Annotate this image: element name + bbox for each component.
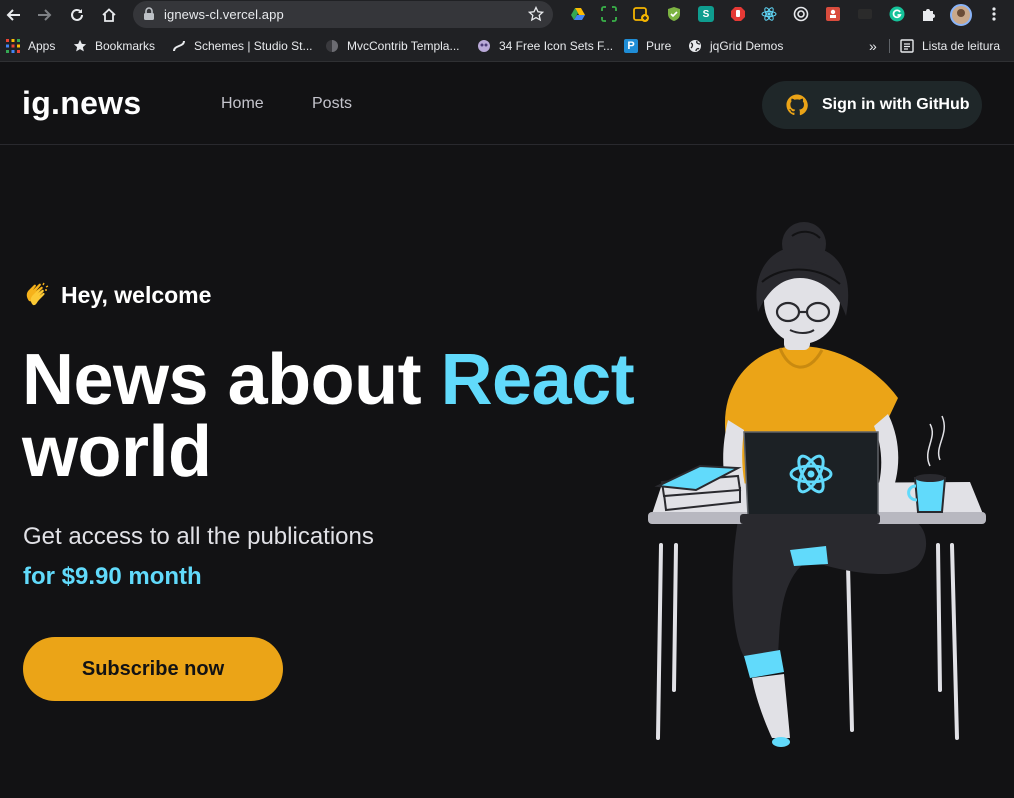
puzzle-red-extension-icon[interactable] <box>825 6 841 22</box>
home-button[interactable] <box>98 4 120 26</box>
headline-text: News about <box>22 340 441 420</box>
nav-link-home[interactable]: Home <box>221 95 264 113</box>
google-drive-icon[interactable] <box>570 6 586 22</box>
calendar-extension-icon[interactable] <box>633 6 649 22</box>
address-bar[interactable]: ignews-cl.vercel.app <box>133 1 553 28</box>
iconset-icon <box>477 39 491 53</box>
bookmark-pure[interactable]: P Pure <box>624 38 671 54</box>
globe-icon <box>688 39 702 53</box>
grammarly-icon[interactable] <box>889 6 905 22</box>
bookmark-label: 34 Free Icon Sets F... <box>499 39 614 53</box>
dark-extension-icon[interactable] <box>857 6 873 22</box>
sign-in-github-label: Sign in with GitHub <box>822 96 970 113</box>
headline-accent: React <box>440 340 635 420</box>
bookmark-label: MvcContrib Templa... <box>347 39 460 53</box>
woman-coding-illustration <box>648 222 986 747</box>
bookmark-schemes[interactable]: Schemes | Studio St... <box>172 38 313 54</box>
clapping-hands-icon <box>26 282 49 306</box>
bookmark-mvccontrib[interactable]: MvcContrib Templa... <box>325 38 459 54</box>
subscribe-button[interactable]: Subscribe now <box>23 637 283 701</box>
welcome-greeting: Hey, welcome <box>23 281 211 309</box>
welcome-text: Hey, welcome <box>61 281 212 308</box>
headline-text-2: world <box>22 412 212 492</box>
forward-arrow-icon <box>38 9 52 21</box>
reading-list-label: Lista de leitura <box>922 39 1001 53</box>
back-arrow-icon <box>6 9 20 21</box>
site-logo[interactable]: ig.news <box>22 85 141 122</box>
reading-list-button[interactable]: Lista de leitura <box>900 38 1000 54</box>
bookmark-label: Bookmarks <box>95 39 156 53</box>
github-icon <box>786 94 808 116</box>
s-extension-icon[interactable]: S <box>698 6 714 22</box>
extensions-puzzle-icon[interactable] <box>921 6 937 22</box>
site-header: ig.news Home Posts Sign in with GitHub <box>0 63 1014 145</box>
reading-list-icon <box>900 39 914 53</box>
hero-headline: News about React world <box>22 344 642 488</box>
browser-toolbar: ignews-cl.vercel.app S <box>0 0 1014 30</box>
bookmark-apps[interactable]: Apps <box>6 38 55 54</box>
reload-button[interactable] <box>66 4 88 26</box>
bookmark-iconsets[interactable]: 34 Free Icon Sets F... <box>477 38 613 54</box>
laptop <box>740 431 880 524</box>
reload-icon <box>71 8 83 21</box>
apps-grid-icon <box>6 39 20 53</box>
nav-link-posts[interactable]: Posts <box>312 95 352 113</box>
star-icon <box>73 39 87 53</box>
bookmark-bookmarks[interactable]: Bookmarks <box>73 38 155 54</box>
stacked-books <box>654 464 742 512</box>
bookmarks-overflow-button[interactable]: » <box>869 38 877 54</box>
desk-legs <box>656 543 959 740</box>
lock-icon <box>144 7 154 20</box>
target-extension-icon[interactable] <box>793 6 809 22</box>
browser-menu-icon[interactable] <box>986 6 1002 22</box>
bookmark-star-icon[interactable] <box>528 6 544 22</box>
bookmark-label: Schemes | Studio St... <box>194 39 313 53</box>
bookmark-label: Pure <box>646 39 672 53</box>
hero-subtitle: Get access to all the publications <box>23 523 374 550</box>
back-button[interactable] <box>3 4 25 26</box>
adblock-hand-icon[interactable] <box>730 6 746 22</box>
bookmark-label: jqGrid Demos <box>710 39 784 53</box>
bookmark-label: Apps <box>28 39 56 53</box>
vpn-shield-icon[interactable] <box>666 6 682 22</box>
address-bar-url: ignews-cl.vercel.app <box>164 7 284 22</box>
forward-button[interactable] <box>33 4 55 26</box>
hero-price: for $9.90 month <box>23 563 202 590</box>
profile-avatar[interactable] <box>950 4 972 26</box>
sign-in-github-button[interactable]: Sign in with GitHub <box>762 81 982 129</box>
pure-p-icon: P <box>624 39 638 53</box>
studio-icon <box>172 39 186 53</box>
codeplex-icon <box>325 39 339 53</box>
bookmarks-bar: Apps Bookmarks Schemes | Studio St... Mv… <box>0 30 1014 62</box>
hair-bun <box>782 222 826 266</box>
bookmarks-divider <box>889 39 890 53</box>
woman-legs <box>732 518 927 660</box>
bookmark-jqgrid[interactable]: jqGrid Demos <box>688 38 783 54</box>
home-icon <box>102 8 116 22</box>
react-devtools-icon[interactable] <box>761 6 777 22</box>
screenshot-extension-icon[interactable] <box>601 6 617 22</box>
